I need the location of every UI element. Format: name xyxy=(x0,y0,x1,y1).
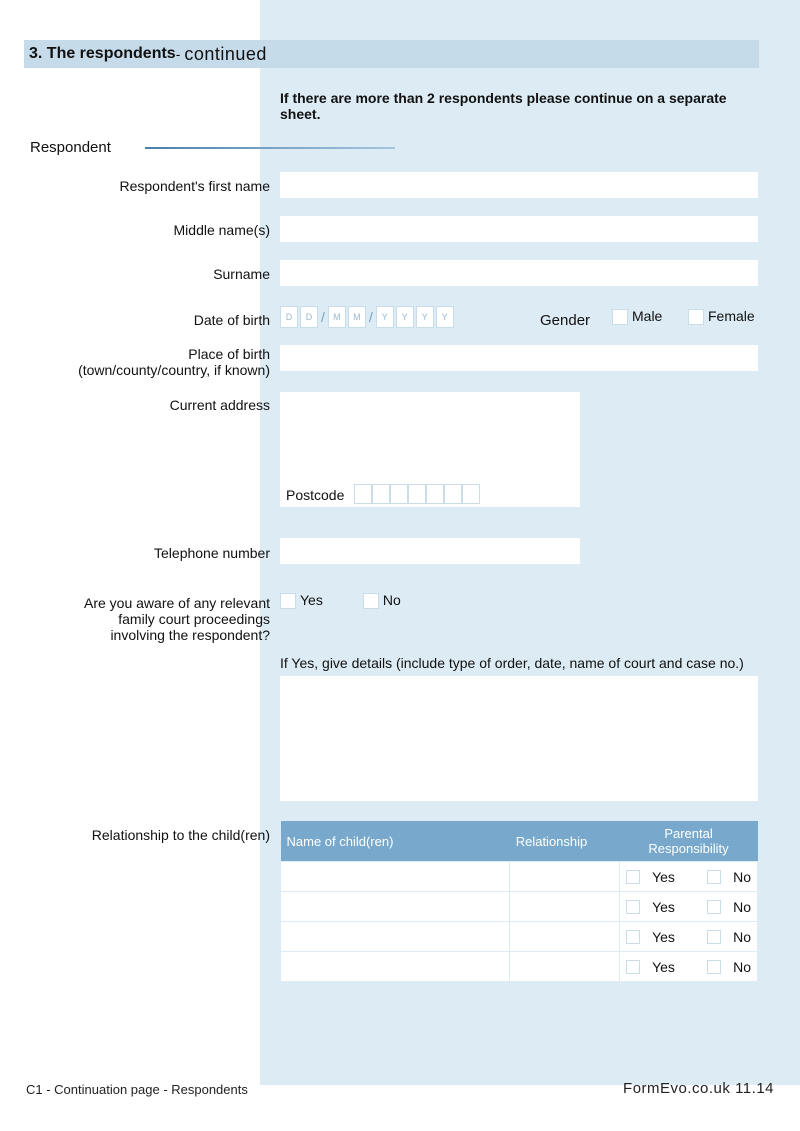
section-continued: continued xyxy=(184,44,267,65)
table-row: YesNo xyxy=(281,862,758,892)
if-yes-prompt: If Yes, give details (include type of or… xyxy=(280,655,744,671)
footer-version: 11.14 xyxy=(730,1080,774,1097)
dob-day-2[interactable]: D xyxy=(300,306,318,328)
th-parental: Parental Responsibility xyxy=(620,821,758,862)
label-proc-yes: Yes xyxy=(300,592,323,608)
cell-child-name[interactable] xyxy=(281,892,510,922)
table-row: YesNo xyxy=(281,922,758,952)
input-pob[interactable] xyxy=(280,345,758,371)
label-proc-no: No xyxy=(383,592,401,608)
label-telephone: Telephone number xyxy=(40,545,270,561)
checkbox-pr-no[interactable] xyxy=(707,930,721,944)
label-male: Male xyxy=(632,308,662,324)
th-relationship: Relationship xyxy=(510,821,620,862)
cell-relationship[interactable] xyxy=(510,952,620,982)
input-middle-name[interactable] xyxy=(280,216,758,242)
section-header: 3. The respondents - continued xyxy=(24,40,759,68)
checkbox-pr-yes[interactable] xyxy=(626,900,640,914)
label-gender: Gender xyxy=(540,312,590,329)
instruction-text: If there are more than 2 respondents ple… xyxy=(280,90,760,122)
label-proceedings-1: Are you aware of any relevant xyxy=(40,595,270,611)
cell-child-name[interactable] xyxy=(281,922,510,952)
form-page: 3. The respondents - continued If there … xyxy=(0,0,800,1131)
th-name: Name of child(ren) xyxy=(281,821,510,862)
checkbox-pr-no[interactable] xyxy=(707,870,721,884)
label-proceedings-3: involving the respondent? xyxy=(40,627,270,643)
checkbox-proc-no[interactable] xyxy=(363,593,379,609)
section-number: 3. The respondents xyxy=(29,45,176,63)
cell-relationship[interactable] xyxy=(510,862,620,892)
respondent-heading: Respondent xyxy=(30,139,111,156)
dob-year-1[interactable]: Y xyxy=(376,306,394,328)
respondent-rule xyxy=(145,147,395,149)
postcode-box-3[interactable] xyxy=(390,484,408,504)
dob-sep-1: / xyxy=(320,309,326,325)
label-proceedings-2: family court proceedings xyxy=(40,611,270,627)
dob-year-2[interactable]: Y xyxy=(396,306,414,328)
postcode-input-group xyxy=(354,484,480,504)
checkbox-pr-no[interactable] xyxy=(707,900,721,914)
checkbox-pr-no[interactable] xyxy=(707,960,721,974)
checkbox-female[interactable] xyxy=(688,309,704,325)
checkbox-pr-yes[interactable] xyxy=(626,930,640,944)
input-surname[interactable] xyxy=(280,260,758,286)
label-dob: Date of birth xyxy=(40,312,270,328)
checkbox-pr-yes[interactable] xyxy=(626,960,640,974)
postcode-box-7[interactable] xyxy=(462,484,480,504)
input-first-name[interactable] xyxy=(280,172,758,198)
dob-year-3[interactable]: Y xyxy=(416,306,434,328)
footer-doc-title: C1 - Continuation page - Respondents xyxy=(26,1082,248,1097)
dob-month-2[interactable]: M xyxy=(348,306,366,328)
postcode-box-2[interactable] xyxy=(372,484,390,504)
cell-relationship[interactable] xyxy=(510,922,620,952)
proceedings-yesno: Yes No xyxy=(280,592,401,609)
children-table: Name of child(ren) Relationship Parental… xyxy=(280,821,758,982)
cell-child-name[interactable] xyxy=(281,952,510,982)
postcode-box-5[interactable] xyxy=(426,484,444,504)
label-female: Female xyxy=(708,308,755,324)
dob-month-1[interactable]: M xyxy=(328,306,346,328)
dob-input-group: D D / M M / Y Y Y Y xyxy=(280,306,454,328)
label-surname: Surname xyxy=(40,266,270,282)
gender-male-option: Male xyxy=(612,308,662,325)
footer-site: FormEvo.co.uk 11.14 xyxy=(623,1080,774,1097)
input-telephone[interactable] xyxy=(280,538,580,564)
dob-sep-2: / xyxy=(368,309,374,325)
label-pob-2: (town/county/country, if known) xyxy=(40,362,270,378)
table-row: YesNo xyxy=(281,892,758,922)
checkbox-male[interactable] xyxy=(612,309,628,325)
gender-female-option: Female xyxy=(688,308,755,325)
cell-relationship[interactable] xyxy=(510,892,620,922)
input-proceedings-details[interactable] xyxy=(280,676,758,801)
label-address: Current address xyxy=(40,397,270,413)
section-dash: - xyxy=(176,46,181,62)
dob-year-4[interactable]: Y xyxy=(436,306,454,328)
label-relationship: Relationship to the child(ren) xyxy=(40,827,270,843)
footer-site-name: FormEvo.co.uk xyxy=(623,1080,730,1097)
dob-day-1[interactable]: D xyxy=(280,306,298,328)
label-postcode: Postcode xyxy=(286,487,344,503)
label-first-name: Respondent's first name xyxy=(40,178,270,194)
postcode-box-6[interactable] xyxy=(444,484,462,504)
checkbox-pr-yes[interactable] xyxy=(626,870,640,884)
label-pob-1: Place of birth xyxy=(40,346,270,362)
postcode-box-4[interactable] xyxy=(408,484,426,504)
label-middle-name: Middle name(s) xyxy=(40,222,270,238)
table-row: YesNo xyxy=(281,952,758,982)
checkbox-proc-yes[interactable] xyxy=(280,593,296,609)
cell-child-name[interactable] xyxy=(281,862,510,892)
postcode-box-1[interactable] xyxy=(354,484,372,504)
